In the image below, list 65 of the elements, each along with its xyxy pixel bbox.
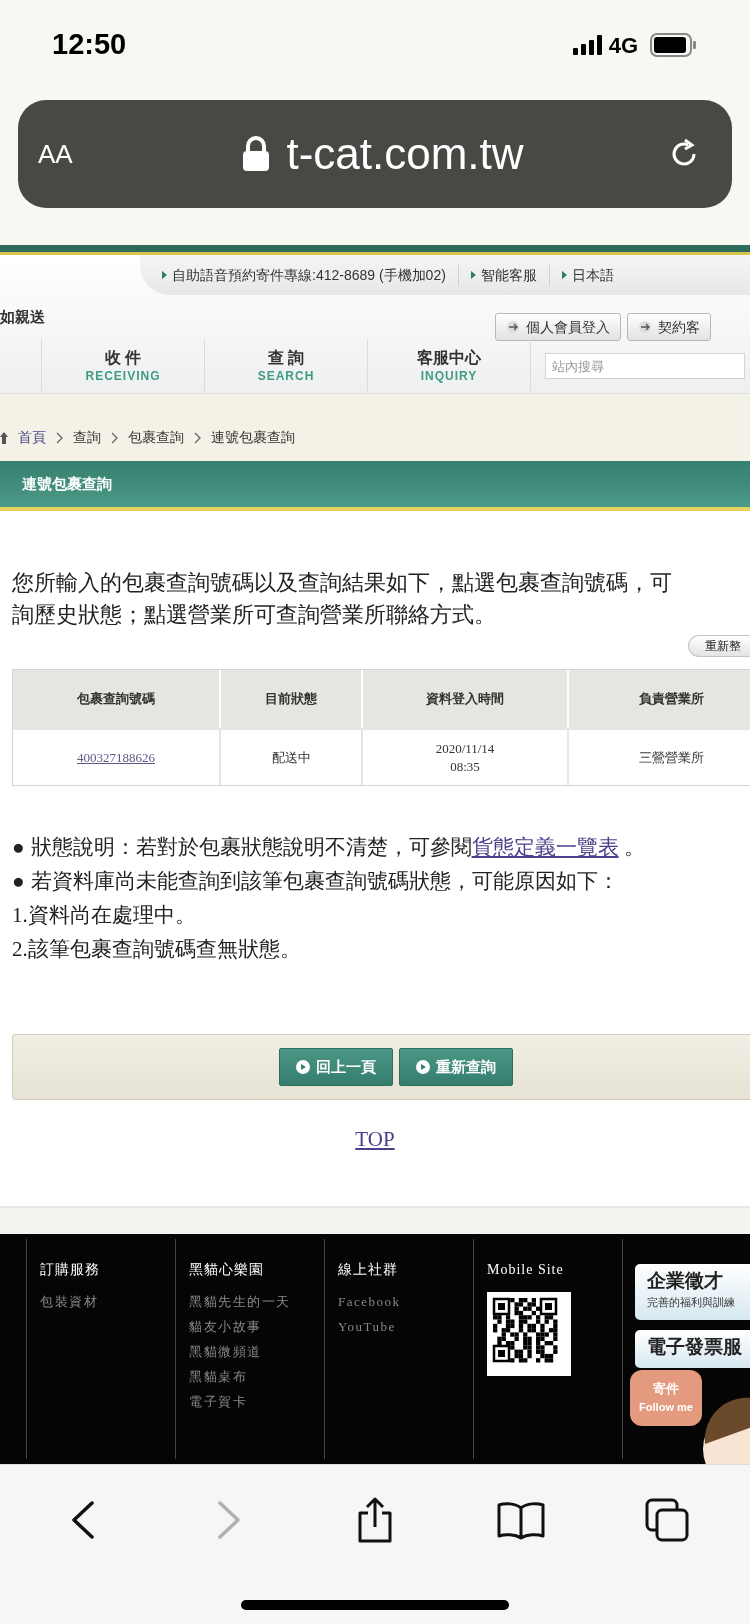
triangle-icon [561,271,567,279]
footer-heading: 線上社群 [338,1260,399,1279]
footer-link[interactable]: 包裝資材 [40,1292,175,1312]
breadcrumb-link[interactable]: 首頁 [18,427,46,448]
login-button[interactable]: 契約客 [627,313,711,341]
footer-link[interactable]: 黑貓微頻道 [189,1342,324,1362]
breadcrumb-link[interactable]: 連號包裹查詢 [211,427,295,448]
note-text: ● 狀態說明：若對於包裹狀態說明不清楚，可參閱貨態定義一覽表 。 [12,834,647,860]
footer-link[interactable]: 黑貓先生的一天 [189,1292,324,1312]
footer-heading: 黑貓心樂園 [189,1260,265,1279]
lock-icon [242,136,271,172]
footer-link[interactable]: YouTube [338,1317,473,1337]
arrow-icon [638,320,652,334]
table-cell: 配送中 [219,730,361,785]
action-button[interactable]: 回上一頁 [279,1048,393,1086]
network-label: 4G [608,31,638,60]
triangle-icon [470,271,476,279]
top-link[interactable]: 日本語 [571,264,614,286]
chevron-icon [56,431,63,444]
top-link[interactable]: 智能客服 [480,264,537,286]
intro-text: 詢歷史狀態；點選營業所可查詢營業所聯絡方式。 [12,601,497,629]
column-header: 資料登入時間 [361,670,567,728]
table-cell: 三鶯營業所 [567,730,750,785]
note-text: 1.資料尚在處理中。 [12,902,197,929]
intro-text: 您所輸入的包裹查詢號碼以及查詢結果如下，點選包裹查詢號碼，可 [12,569,673,597]
arrow-icon [506,320,520,334]
triangle-icon [162,271,167,279]
note-text: 2.該筆包裹查詢號碼查無狀態。 [12,936,302,963]
table-cell: 2020/11/14 08:35 [361,730,567,785]
battery-icon [650,33,698,57]
breadcrumb-link[interactable]: 查詢 [73,427,101,448]
chevron-icon [111,431,118,444]
footer-link[interactable]: Facebook [338,1292,473,1312]
home-icon [0,431,8,444]
address-bar[interactable]: AA t-cat.com.tw [18,100,732,208]
footer-link[interactable]: 貓友小故事 [189,1317,324,1337]
play-circle-icon [296,1060,310,1074]
definition-link[interactable]: 貨態定義一覽表 [471,835,619,858]
footer-link[interactable]: 電子賀卡 [189,1392,324,1412]
banner-link[interactable]: 電子發票服 [635,1330,750,1368]
page-title: 連號包裹查詢 [22,473,112,494]
login-button[interactable]: 個人會員登入 [495,313,621,341]
refresh-button[interactable]: 重新整 [688,635,750,657]
footer-heading: 訂購服務 [40,1260,101,1279]
signal-icon [572,35,603,55]
url-text: t-cat.com.tw [286,128,524,180]
tracking-number-link[interactable]: 400327188626 [77,747,155,768]
action-button[interactable]: 重新查詢 [399,1048,513,1086]
banner-link[interactable]: 企業徵才 完善的福利與訓練 [635,1264,750,1320]
text-size-button[interactable]: AA [38,134,98,174]
speech-bubble: 寄件 Follow me [630,1370,702,1426]
top-link[interactable]: 自助語音預約寄件專線:412-8689 (手機加02) [172,264,446,286]
footer-heading: Mobile Site [487,1261,565,1279]
breadcrumb-link[interactable]: 包裹查詢 [128,427,184,448]
clock-time: 12:50 [52,27,127,63]
search-field[interactable]: 站內搜尋 [545,353,745,379]
note-text: ● 若資料庫尚未能查詢到該筆包裹查詢號碼狀態，可能原因如下： [12,868,620,894]
play-circle-icon [416,1060,430,1074]
footer-link[interactable]: 黑貓桌布 [189,1367,324,1387]
top-link[interactable]: TOP [355,1124,395,1156]
column-header: 負責營業所 [567,670,750,728]
site-tagline: 如親送 [0,306,45,327]
column-header: 目前狀態 [219,670,361,728]
column-header: 包裹查詢號碼 [76,690,156,709]
chevron-icon [194,431,201,444]
